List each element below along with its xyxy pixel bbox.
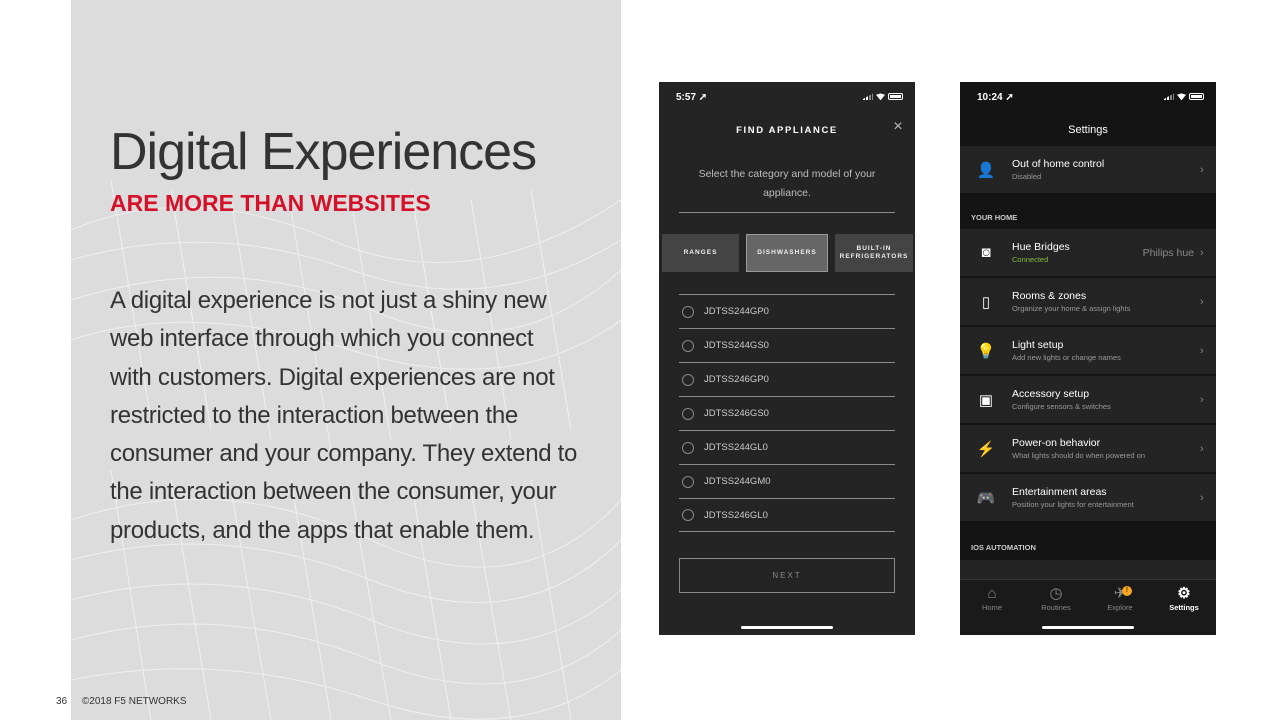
lightning-icon: ⚡ (976, 440, 996, 458)
category-ranges[interactable]: RANGES (662, 234, 739, 272)
copyright: ©2018 F5 NETWORKS (81, 696, 187, 707)
divider (679, 212, 895, 213)
section-your-home: YOUR HOME (971, 213, 1018, 222)
page-number: 36 (56, 696, 68, 707)
chevron-right-icon: › (1200, 163, 1204, 176)
instruction-text: Select the category and model of your ap… (698, 168, 876, 199)
tab-settings[interactable]: ⚙ Settings (1152, 585, 1216, 612)
signal-icon (1164, 93, 1174, 101)
chevron-right-icon: › (1200, 393, 1204, 406)
status-bar: 5:57 ➚ (676, 92, 903, 104)
find-appliance-screen: 5:57 ➚ FIND APPLIANCE × Select the categ… (659, 82, 915, 635)
wifi-icon (876, 93, 885, 101)
chevron-right-icon: › (1200, 491, 1204, 504)
clock-icon: ◷ (1049, 585, 1063, 602)
person-icon: 👤 (976, 161, 996, 179)
settings-item-entertainment-areas[interactable]: 🎮 Entertainment areas Position your light… (960, 474, 1216, 521)
chevron-right-icon: › (1200, 442, 1204, 455)
model-option[interactable]: JDTSS246GS0 (679, 396, 895, 430)
bridge-icon: ◙ (981, 244, 991, 261)
status-time: 10:24 ➚ (977, 92, 1014, 103)
tab-explore[interactable]: ✈ ! Explore (1088, 585, 1152, 612)
settings-item-power-on-behavior[interactable]: ⚡ Power-on behavior What lights should do… (960, 425, 1216, 472)
screen-title: Settings (1068, 124, 1108, 136)
settings-item-out-of-home[interactable]: 👤 Out of home control Disabled › (960, 146, 1216, 193)
tab-bar: ⌂ Home ◷ Routines ✈ ! Explore ⚙ Settings (960, 579, 1216, 635)
settings-item-partial[interactable] (960, 560, 1216, 580)
signal-icon (863, 93, 873, 101)
home-icon: ⌂ (987, 585, 997, 602)
bulb-icon: 💡 (976, 342, 996, 360)
gear-icon: ⚙ (1177, 585, 1191, 602)
settings-item-light-setup[interactable]: 💡 Light setup Add new lights or change na… (960, 327, 1216, 374)
chevron-right-icon: › (1200, 295, 1204, 308)
wifi-icon (1177, 93, 1186, 101)
radio-button[interactable] (682, 373, 694, 386)
slide-subtitle: ARE MORE THAN WEBSITES (110, 190, 431, 216)
status-bar: 10:24 ➚ (977, 92, 1204, 104)
home-indicator (741, 626, 833, 629)
chevron-right-icon: › (1200, 246, 1204, 259)
notification-badge: ! (1122, 586, 1132, 596)
status-time: 5:57 ➚ (676, 92, 708, 103)
radio-button[interactable] (682, 407, 694, 420)
rocket-icon: ✈ (1113, 585, 1127, 602)
battery-icon (888, 93, 903, 101)
tab-home[interactable]: ⌂ Home (960, 585, 1024, 612)
radio-button[interactable] (682, 441, 694, 454)
model-option[interactable]: JDTSS244GP0 (679, 294, 895, 328)
settings-item-hue-bridges[interactable]: ◙ Hue Bridges Connected Philips hue › (960, 229, 1216, 276)
switch-icon: ▣ (978, 391, 994, 409)
settings-item-accessory-setup[interactable]: ▣ Accessory setup Configure sensors & swi… (960, 376, 1216, 423)
radio-button[interactable] (682, 475, 694, 488)
battery-icon (1189, 93, 1204, 101)
hue-settings-screen: 10:24 ➚ Settings 👤 Out of home control Di… (960, 82, 1216, 635)
slide-body-text: A digital experience is not just a shiny… (110, 287, 578, 544)
radio-button[interactable] (682, 339, 694, 352)
screen-title: FIND APPLIANCE (736, 125, 838, 136)
model-option[interactable]: JDTSS246GP0 (679, 362, 895, 396)
radio-button[interactable] (682, 509, 694, 521)
section-ios-automation: IOS AUTOMATION (971, 543, 1036, 552)
model-option[interactable]: JDTSS244GS0 (679, 328, 895, 362)
settings-item-rooms-zones[interactable]: ▯ Rooms & zones Organize your home & assi… (960, 278, 1216, 325)
category-dishwashers[interactable]: DISHWASHERS (746, 234, 828, 272)
model-option[interactable]: JDTSS244GM0 (679, 464, 895, 498)
door-icon: ▯ (981, 293, 991, 311)
slide-title: Digital Experiences (110, 123, 537, 181)
close-icon[interactable]: × (891, 119, 905, 135)
model-option[interactable]: JDTSS246GL0 (679, 498, 895, 532)
model-list: JDTSS244GP0 JDTSS244GS0 JDTSS246GP0 JDTS… (679, 294, 895, 532)
slide-footer: 36 ©2018 F5 NETWORKS (56, 696, 187, 707)
home-indicator (1042, 626, 1134, 629)
radio-button[interactable] (682, 305, 694, 318)
model-option[interactable]: JDTSS244GL0 (679, 430, 895, 464)
next-button[interactable]: NEXT (679, 558, 895, 593)
chevron-right-icon: › (1200, 344, 1204, 357)
gamepad-icon: 🎮 (976, 489, 996, 507)
tab-routines[interactable]: ◷ Routines (1024, 585, 1088, 612)
category-built-in-refrigerators[interactable]: BUILT-IN REFRIGERATORS (835, 234, 913, 272)
